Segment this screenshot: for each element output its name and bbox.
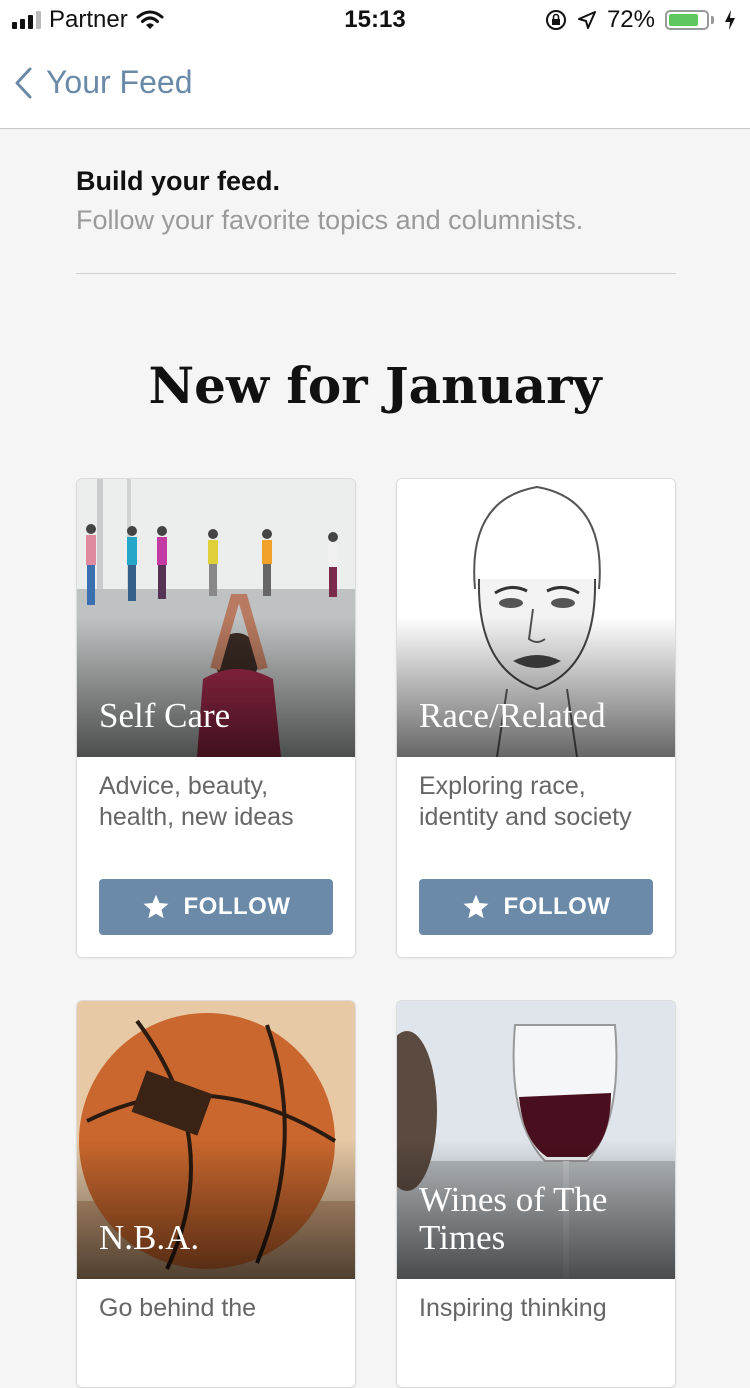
wine-glass-photo: Wines of The Times xyxy=(397,1001,675,1279)
battery-tip xyxy=(711,16,714,24)
card-description: Go behind the xyxy=(99,1294,257,1322)
card-title: Race/Related xyxy=(419,696,606,735)
intro: Build your feed. Follow your favorite to… xyxy=(76,166,676,236)
topic-card-race-related[interactable]: Race/Related Exploring race, identity an… xyxy=(396,478,676,958)
back-label: Your Feed xyxy=(46,64,193,100)
intro-subtitle: Follow your favorite topics and columnis… xyxy=(76,205,584,235)
card-title: Wines of The Times xyxy=(419,1180,608,1257)
nav-bar: Your Feed xyxy=(0,40,750,129)
card-description: Exploring race, identity and society xyxy=(419,772,632,831)
topic-card-wines-of-the-times[interactable]: Wines of The Times Inspiring thinking xyxy=(396,1000,676,1388)
face-sketch-illustration: Race/Related xyxy=(397,479,675,757)
divider xyxy=(76,273,676,274)
card-title: Self Care xyxy=(99,696,231,735)
star-icon xyxy=(143,894,168,919)
chevron-left-icon xyxy=(15,67,32,98)
rotation-lock-icon xyxy=(545,10,566,30)
section-title: New for January xyxy=(148,356,602,415)
card-title: N.B.A. xyxy=(99,1218,200,1257)
battery-icon xyxy=(665,10,709,30)
card-description: Inspiring thinking xyxy=(419,1294,607,1322)
yoga-class-photo: Self Care xyxy=(77,479,355,757)
topic-card-self-care[interactable]: Self Care Advice, beauty, health, new id… xyxy=(76,478,356,958)
battery-percent: 72% xyxy=(606,6,655,33)
follow-button[interactable]: FOLLOW xyxy=(419,879,653,935)
follow-button[interactable]: FOLLOW xyxy=(99,879,333,935)
charging-icon xyxy=(725,10,735,30)
location-icon xyxy=(577,11,596,29)
basketball-photo: N.B.A. xyxy=(77,1001,355,1279)
topic-card-nba[interactable]: N.B.A. Go behind the xyxy=(76,1000,356,1388)
intro-title: Build your feed. xyxy=(76,166,281,196)
status-bar: Partner 15:13 72% xyxy=(0,0,750,40)
follow-label: FOLLOW xyxy=(503,893,611,920)
card-description: Advice, beauty, health, new ideas xyxy=(99,772,294,831)
star-icon xyxy=(463,894,488,919)
follow-label: FOLLOW xyxy=(183,893,291,920)
back-button[interactable]: Your Feed xyxy=(14,64,192,101)
